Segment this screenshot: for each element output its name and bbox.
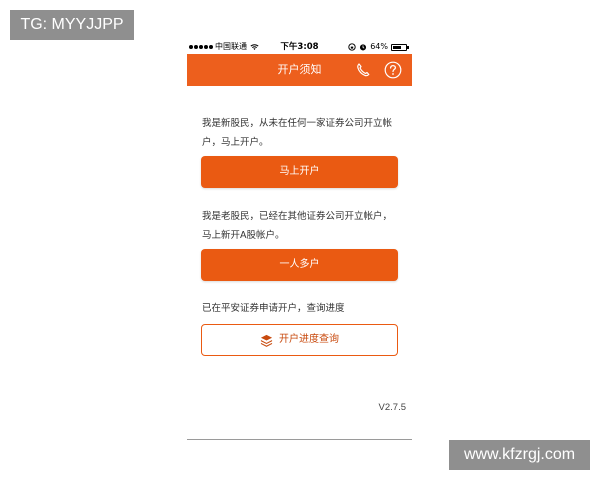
battery-fill — [393, 45, 401, 49]
status-bar: 中国联通 下午3:08 64% — [187, 40, 412, 54]
nav-bar: 开户须知 — [187, 54, 412, 86]
help-icon[interactable] — [384, 61, 402, 79]
lock-rotation-icon — [348, 43, 356, 51]
existing-investor-text: 我是老股民，已经在其他证券公司开立帐户，马上新开A股帐户。 — [202, 211, 393, 241]
phone-icon[interactable] — [355, 62, 371, 78]
layers-icon — [260, 334, 273, 347]
bottom-divider — [187, 439, 412, 440]
battery-tip — [407, 45, 409, 49]
progress-text: 已在平安证券申请开户，查询进度 — [202, 303, 345, 314]
watermark-top-left: TG: MYYJJPP — [10, 10, 134, 40]
screenshot-page: TG: MYYJJPP 中国联通 下午3:08 64% 开户须知 我是新股民，从… — [0, 0, 600, 480]
app-version: V2.7.5 — [378, 402, 406, 413]
battery-icon — [391, 43, 407, 51]
alarm-icon — [360, 44, 367, 51]
open-account-button[interactable]: 马上开户 — [201, 156, 398, 188]
status-right: 64% — [348, 41, 409, 53]
watermark-bottom-right: www.kfzrgj.com — [449, 440, 590, 470]
phone-screen: 中国联通 下午3:08 64% 开户须知 我是新股民，从未在任何一家证券公司开立… — [187, 40, 412, 440]
progress-query-button[interactable]: 开户进度查询 — [201, 324, 398, 356]
page-title: 开户须知 — [277, 63, 322, 76]
progress-query-label: 开户进度查询 — [279, 334, 339, 345]
new-investor-text: 我是新股民，从未在任何一家证券公司开立帐户，马上开户。 — [202, 118, 393, 148]
multi-account-button[interactable]: 一人多户 — [201, 249, 398, 281]
battery-percent: 64% — [370, 42, 388, 51]
